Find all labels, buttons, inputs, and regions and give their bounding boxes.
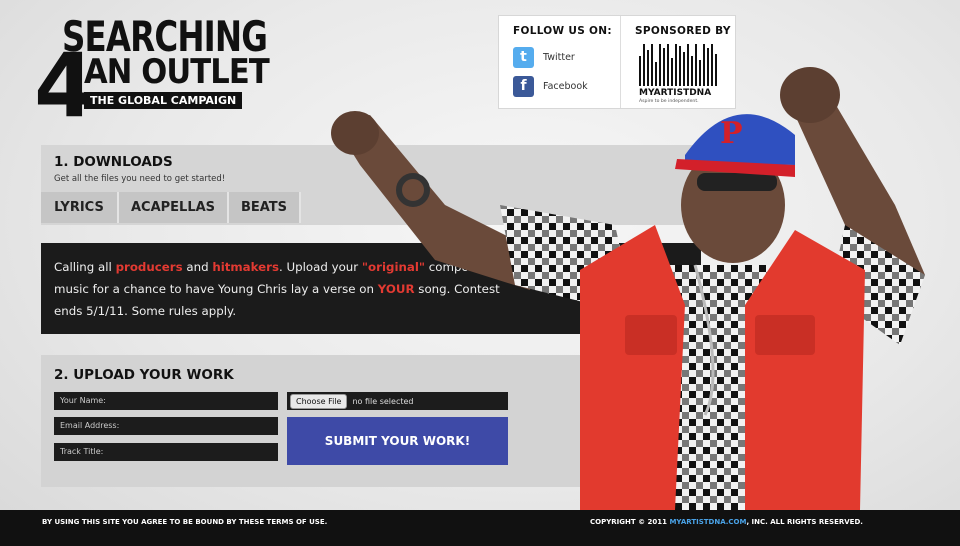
contest-highlight-producers: producers [115,260,183,274]
upload-title: 2. UPLOAD YOUR WORK [54,367,234,383]
myartistdna-link[interactable]: MYARTISTDNA.COM [669,518,746,526]
terms-link[interactable]: BY USING THIS SITE YOU AGREE TO BE BOUND… [42,518,327,526]
contest-text-part: Calling all [54,260,116,274]
copyright-suffix: , INC. ALL RIGHTS RESERVED. [746,518,863,526]
footer: BY USING THIS SITE YOU AGREE TO BE BOUND… [0,510,960,546]
sponsor-title: SPONSORED BY [635,25,731,37]
logo-line-campaign: THE GLOBAL CAMPAIGN [84,92,243,109]
site-logo[interactable]: 4 SEARCHING AN OUTLET THE GLOBAL CAMPAIG… [34,12,284,137]
tab-beats[interactable]: BEATS [229,192,301,223]
tab-lyrics[interactable]: LYRICS [41,192,119,223]
downloads-subtitle: Get all the files you need to get starte… [54,174,226,184]
contest-highlight-hitmakers: hitmakers [212,260,280,274]
copyright: COPYRIGHT © 2011 MYARTISTDNA.COM, INC. A… [590,518,863,526]
email-field[interactable]: Email Address: [54,417,278,435]
name-field[interactable]: Your Name: [54,392,278,410]
track-title-field[interactable]: Track Title: [54,443,278,461]
tab-acapellas[interactable]: ACAPELLAS [119,192,229,223]
downloads-title: 1. DOWNLOADS [54,154,173,170]
artist-photo: P [331,67,925,510]
downloads-tabs: LYRICS ACAPELLAS BEATS [41,192,301,223]
contest-text-part: and [182,260,213,274]
copyright-prefix: COPYRIGHT © 2011 [590,518,670,526]
logo-line-outlet: AN OUTLET [84,52,270,92]
follow-title: FOLLOW US ON: [513,25,612,37]
svg-text:P: P [720,116,743,151]
